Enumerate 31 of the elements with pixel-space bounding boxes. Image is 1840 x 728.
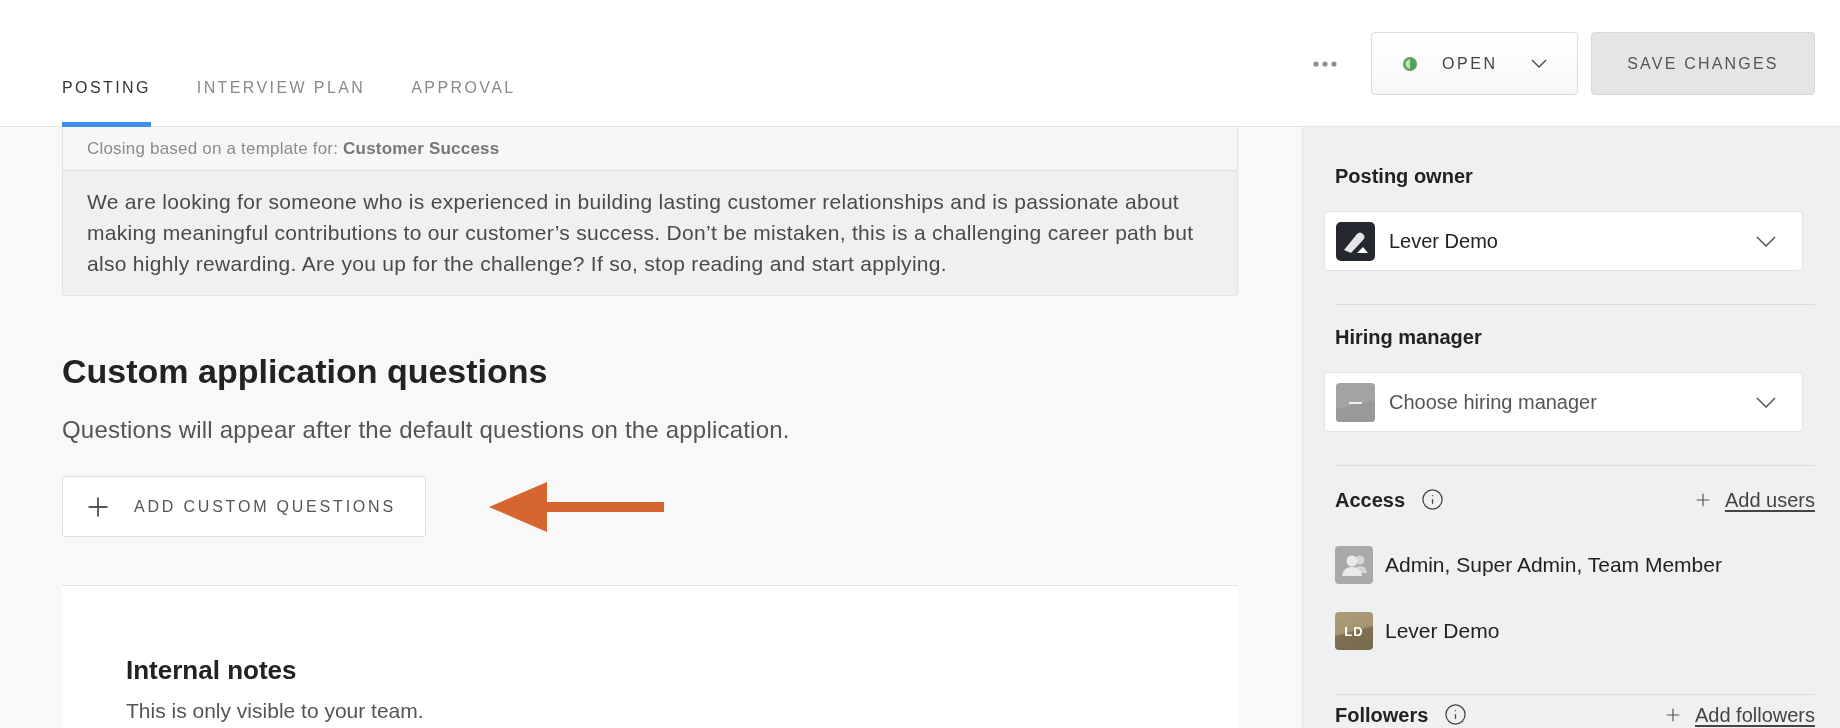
add-questions-button[interactable]: ADD CUSTOM QUESTIONS xyxy=(62,476,426,537)
section-heading: Custom application questions xyxy=(62,351,549,391)
initials-avatar: LD xyxy=(1335,612,1373,650)
hiring-manager-select[interactable]: Choose hiring manager xyxy=(1324,372,1803,432)
save-button[interactable]: SAVE CHANGES xyxy=(1591,32,1815,95)
status-dropdown[interactable]: OPEN xyxy=(1371,32,1578,95)
tab[interactable]: INTERVIEW PLAN xyxy=(196,78,366,127)
section-label: Followers xyxy=(1335,703,1429,726)
section-description: Questions will appear after the default questions on the application. xyxy=(62,416,791,444)
field-label: Hiring manager xyxy=(1335,325,1483,349)
group-avatar-icon xyxy=(1335,546,1373,584)
info-icon[interactable] xyxy=(1444,703,1468,726)
left-arrow-icon xyxy=(489,481,664,532)
add-users-link[interactable]: Add users xyxy=(1724,488,1815,511)
placeholder-avatar-icon xyxy=(1336,382,1375,422)
status-icon xyxy=(1403,56,1417,71)
pen-avatar-icon xyxy=(1336,221,1375,261)
chevron-down-icon xyxy=(1531,59,1547,68)
add-followers-link[interactable]: Add followers xyxy=(1694,703,1815,726)
member-name: Admin, Super Admin, Team Member xyxy=(1385,553,1722,577)
notes-heading: Internal notes xyxy=(126,654,298,686)
owner-select[interactable]: Lever Demo xyxy=(1324,211,1803,271)
section-label: Access xyxy=(1335,488,1406,511)
field-label: Posting owner xyxy=(1335,164,1474,188)
member-name: Lever Demo xyxy=(1385,619,1500,643)
notes-description: This is only visible to your team. xyxy=(126,699,425,723)
more-icon[interactable] xyxy=(1313,60,1337,67)
info-icon[interactable] xyxy=(1421,488,1445,511)
closing-text: We are looking for someone who is experienced in building lasting customer relationships and is passionate about making meaningful contributions to our customer’s success. Don’t be mistaken, this is a challenging career path but also highly rewarding. Are you up for the challenge? If so, stop reading and start applying. xyxy=(63,170,1237,295)
chevron-down-icon xyxy=(1756,235,1776,247)
chevron-down-icon xyxy=(1756,396,1776,408)
